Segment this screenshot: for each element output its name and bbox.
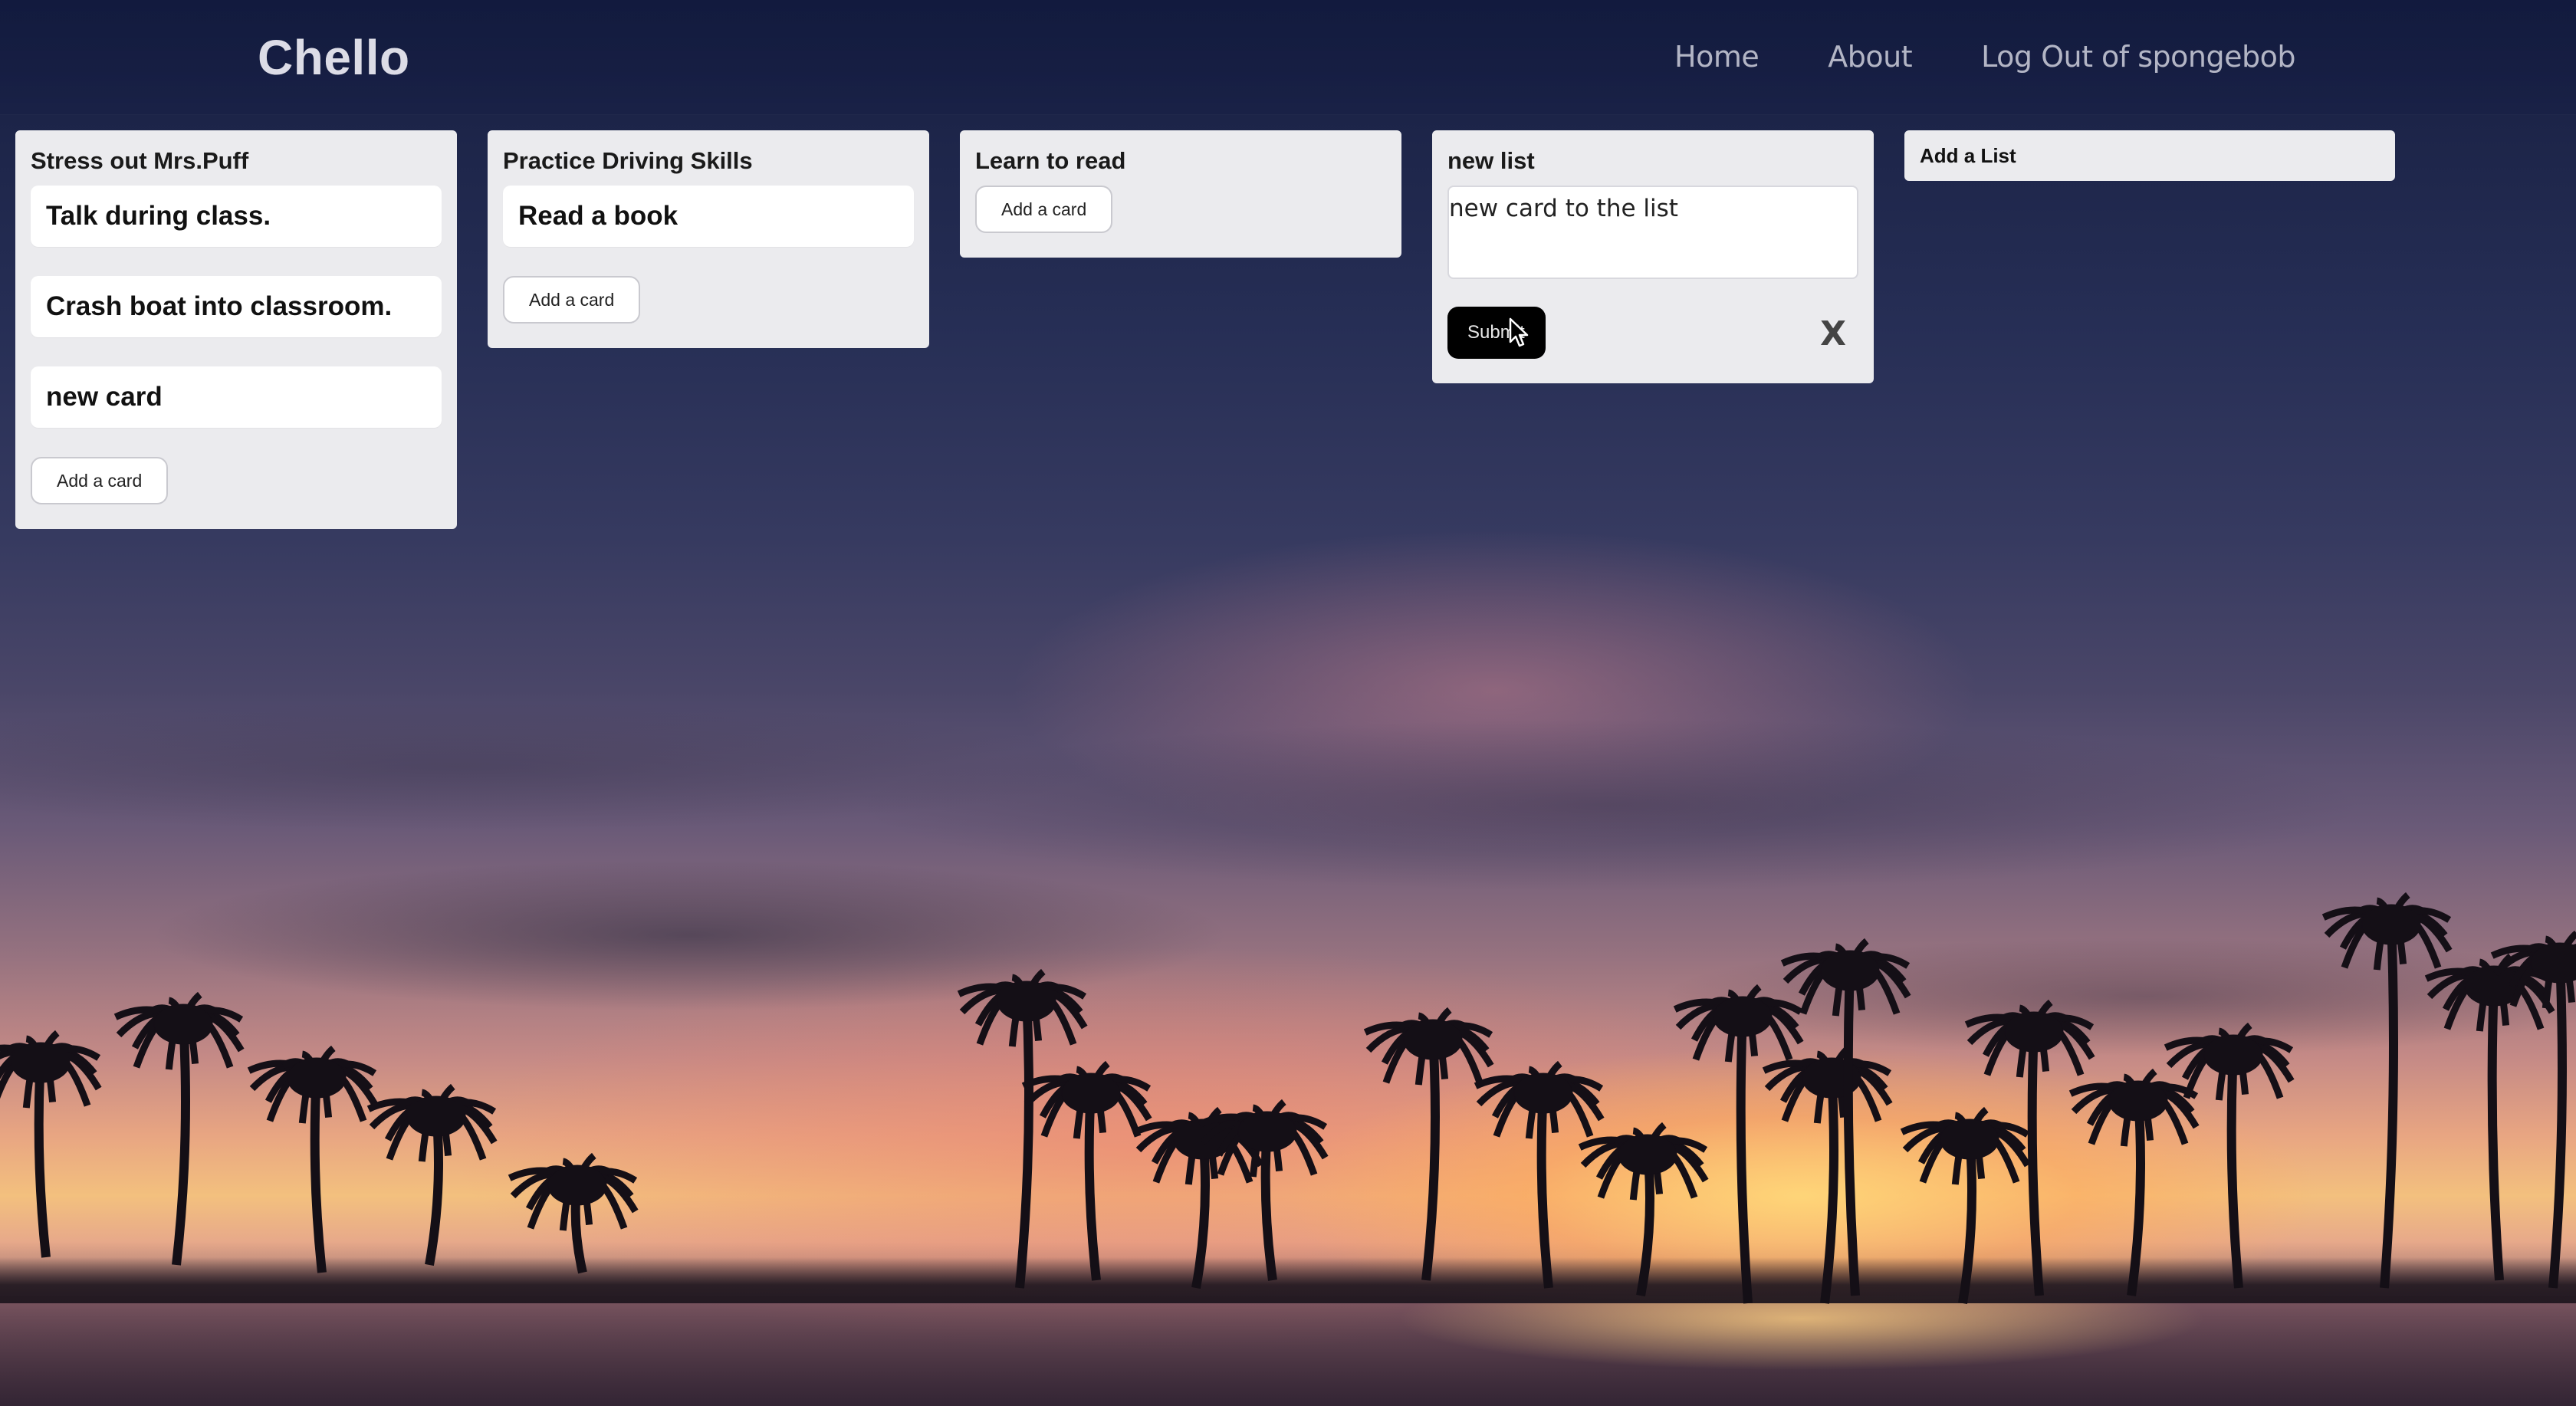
card[interactable]: new card — [31, 366, 442, 428]
nav-home-link[interactable]: Home — [1674, 40, 1760, 74]
list-title[interactable]: new list — [1447, 144, 1858, 178]
new-card-form-actions: Submit X — [1447, 307, 1858, 362]
list-new-list: new list Submit X — [1432, 130, 1874, 383]
list-title[interactable]: Stress out Mrs.Puff — [31, 144, 442, 178]
app-logo[interactable]: Chello — [258, 29, 410, 86]
add-card-button[interactable]: Add a card — [31, 457, 169, 504]
list-stress-out-mrs-puff: Stress out Mrs.Puff Talk during class. C… — [15, 130, 457, 529]
card[interactable]: Read a book — [503, 186, 914, 247]
add-card-button[interactable]: Add a card — [975, 186, 1113, 233]
nav-links: Home About Log Out of spongebob — [1674, 40, 2295, 74]
card[interactable]: Crash boat into classroom. — [31, 276, 442, 337]
nav-logout-link[interactable]: Log Out of spongebob — [1981, 40, 2295, 74]
close-form-icon[interactable]: X — [1820, 314, 1846, 353]
list-learn-to-read: Learn to read Add a card — [960, 130, 1401, 258]
add-card-button[interactable]: Add a card — [503, 276, 641, 324]
top-navbar: Chello Home About Log Out of spongebob — [0, 0, 2576, 115]
mouse-cursor-icon — [1509, 317, 1529, 347]
add-list-button[interactable]: Add a List — [1904, 130, 2395, 181]
nav-about-link[interactable]: About — [1828, 40, 1912, 74]
list-title[interactable]: Practice Driving Skills — [503, 144, 914, 178]
new-card-input[interactable] — [1447, 186, 1858, 279]
card[interactable]: Talk during class. — [31, 186, 442, 247]
list-title[interactable]: Learn to read — [975, 144, 1386, 178]
list-practice-driving-skills: Practice Driving Skills Read a book Add … — [488, 130, 929, 348]
